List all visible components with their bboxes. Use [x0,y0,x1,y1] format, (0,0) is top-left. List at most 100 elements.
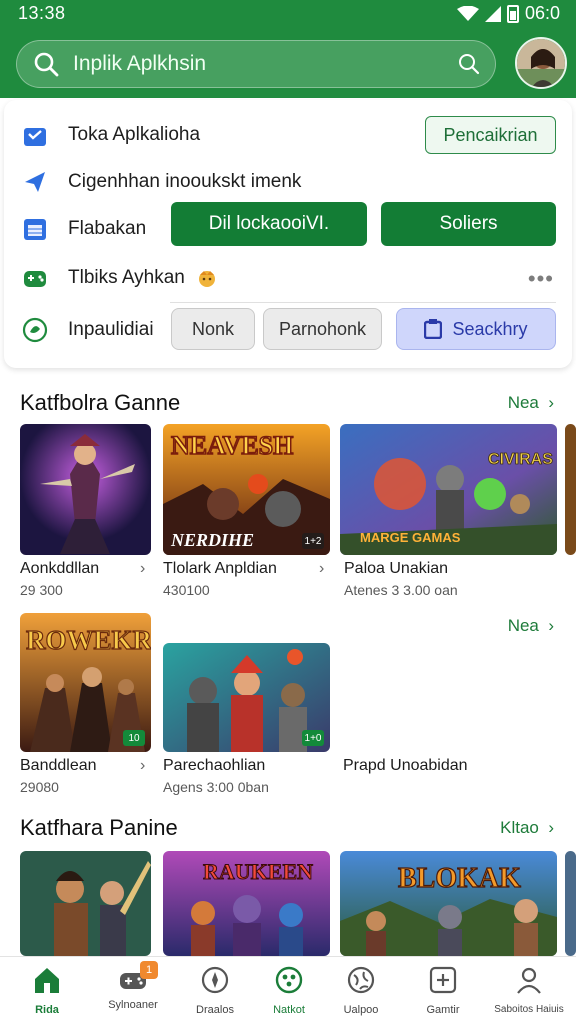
game-art-title: ROWEKR [26,625,151,655]
nav-item-profile[interactable]: Saboitos Haiuis [488,965,570,1015]
quick-menu: Toka Aplkalioha Pencaikrian Cigenhhan in… [4,100,572,368]
search-mode-button[interactable]: Pencaikrian [425,116,556,154]
game-art-subtitle: MARGE GAMAS [360,530,461,545]
game-art-title: BLOKAK [398,863,521,894]
game-subtitle: 29 300 [20,582,63,598]
compass-icon [201,966,229,994]
nav-label: Saboitos Haiuis [494,1004,564,1015]
section-popular-more-link[interactable]: Kltao › [500,818,554,838]
search-submit-icon[interactable] [457,52,481,76]
game-subtitle: 29080 [20,779,59,795]
age-rating-badge: 1+2 [302,533,324,549]
nav-label: Draalos [196,1004,234,1016]
status-bar: 13:38 06:0 [0,0,576,28]
game-art-subtitle: NERDIHE [170,530,254,550]
add-box-icon [429,966,457,994]
menu-row-games[interactable]: Tlbiks Ayhkan [4,258,572,298]
game-art-title: NEAVESH [171,431,293,460]
game-subtitle: 430100 [163,582,210,598]
wifi-icon [456,5,479,21]
game-thumbnail: NEAVESH NERDIHE 1+2 [163,424,330,555]
chip-search[interactable]: Seackhry [396,308,556,350]
sellers-button[interactable]: Soliers [381,202,556,246]
nav-label: Rida [35,1004,59,1016]
game-subtitle: Atenes 3 3.00 oan [344,582,458,598]
game-title: Aonkddllan [20,560,100,577]
signal-icon [484,5,501,22]
section-popular-more-label: Kltao [500,818,539,837]
game-subtitle: Agens 3:00 0ban [163,779,269,795]
nav-label: Sylnoaner [108,999,158,1011]
home-icon [35,968,59,993]
age-rating-badge: 10 [123,730,145,746]
search-bar[interactable]: Inplik Aplkhsin [16,40,496,88]
calendar-icon [24,219,46,240]
game-controller-icon: 1 [118,961,158,995]
menu-row-library-label: Flabakan [68,218,147,239]
profile-icon [517,967,541,994]
menu-row-updates-label: Cigenhhan inooukskt imenk [68,171,302,192]
more-options-icon[interactable]: ••• [528,266,554,292]
chevron-right-icon: › [140,757,146,774]
battery-text: 06:0 [524,3,560,23]
menu-divider [170,302,556,303]
game-thumbnail[interactable] [20,851,151,956]
section-games-more-link[interactable]: Nea › [508,393,554,413]
nav-label: Gamtir [426,1004,460,1016]
chip-search-label: Seackhry [452,318,528,339]
nav-item-world[interactable]: Ualpoo [320,965,402,1016]
section-games-more-label: Nea [507,393,539,412]
age-rating-badge: 1+0 [302,730,324,746]
notification-badge: 1 [140,961,158,979]
avatar-image [517,39,565,87]
chevron-right-icon: › [140,560,146,577]
menu-row-games-label: Tlbiks Ayhkan [68,267,218,289]
status-icons: 06:0 [456,3,560,24]
game-title: Tlolark Anpldian [163,560,277,577]
app-header: 13:38 06:0 Inplik Aplkhsin [0,0,576,98]
bottom-navigation: Rida 1 Sylnoaner Draalos Natkot Ualpoo G… [0,956,576,1024]
globe-icon [347,966,375,994]
menu-row-apps-label: Toka Aplkalioha [68,124,201,145]
game-title: Prapd Unoabidan [343,757,468,774]
store-icon [24,128,46,146]
nav-item-add[interactable]: Gamtir [402,965,484,1016]
game-controller-icon [24,271,46,287]
game-thumbnail[interactable]: BLOKAK [340,851,557,956]
game-thumbnail [20,424,151,555]
clipboard-icon [424,319,443,339]
game-thumbnail: ROWEKR 10 [20,613,151,752]
section-games-more-label-2: Nea [507,616,539,635]
section-title-popular: Katfhara Panine [20,815,178,840]
chip-nonk[interactable]: Nonk [171,308,255,350]
game-art-title: CIVIRAS [488,451,553,468]
chip-parnohonk[interactable]: Parnohonk [263,308,382,350]
crown-emoji-icon [199,270,216,287]
section-title-games: Katfbolra Ganne [20,390,181,415]
game-title: Paloa Unakian [344,560,449,577]
nav-item-explore[interactable]: Draalos [174,965,256,1016]
menu-row-updates[interactable]: Cigenhhan inooukskt imenk [4,162,572,202]
nav-item-home[interactable]: Rida [6,965,88,1016]
game-thumbnail-peek[interactable] [565,424,576,555]
chevron-right-icon: › [319,560,325,577]
search-input[interactable]: Inplik Aplkhsin [73,52,457,76]
avatar[interactable] [515,37,567,89]
send-icon [25,172,45,192]
game-thumbnail: 1+0 [163,643,330,752]
status-time: 13:38 [18,3,66,23]
nav-label: Ualpoo [343,1004,379,1016]
game-thumbnail[interactable]: RAUKEEN [163,851,330,956]
game-thumbnail: CIVIRAS MARGE GAMAS [340,424,557,555]
battery-icon [506,4,519,23]
search-icon [34,52,59,77]
game-title: Parechaohlian [163,757,266,774]
game-title: Banddlean [20,757,97,774]
nav-item-games[interactable]: 1 Sylnoaner [92,961,174,1011]
nav-item-apps[interactable]: Natkot [248,965,330,1016]
menu-row-games-text: Tlbiks Ayhkan [68,267,185,288]
library-action-button[interactable]: Dil lockaooiVI. [171,202,367,246]
grid-icon [275,966,303,994]
section-games-more-link-2[interactable]: Nea › [508,616,554,636]
game-thumbnail-peek[interactable] [565,851,576,956]
